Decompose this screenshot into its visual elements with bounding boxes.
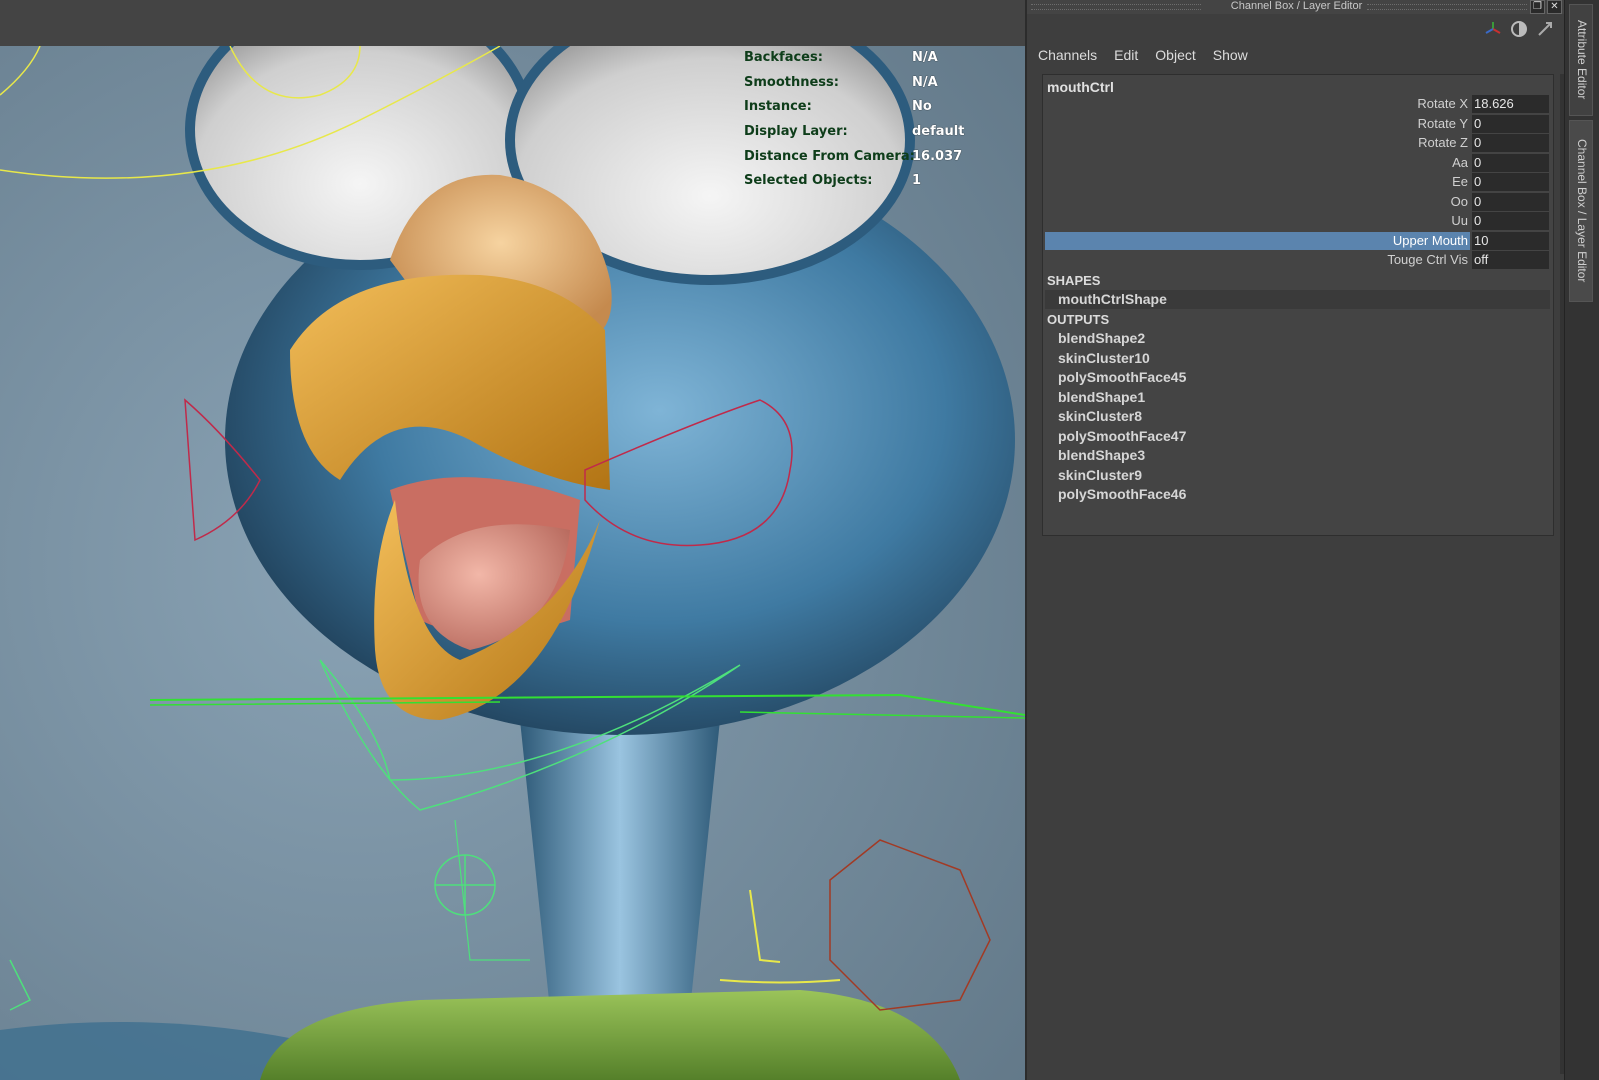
hud-row-display-layer: Display Layer: default	[744, 124, 965, 140]
viewport-3d[interactable]: Backfaces: N/A Smoothness: N/A Instance: No…	[0, 0, 1025, 1080]
tab-attribute-editor[interactable]: Attribute Editor	[1569, 4, 1593, 116]
menu-show[interactable]: Show	[1208, 47, 1254, 63]
output-item[interactable]: blendShape3	[1058, 446, 1145, 465]
attr-row-oo[interactable]: Oo 0	[1045, 192, 1550, 211]
sync-icon[interactable]	[1536, 20, 1554, 38]
character-scene[interactable]	[0, 46, 1025, 1080]
hud-row-smoothness: Smoothness: N/A	[744, 74, 938, 90]
attr-row-rotate-x[interactable]: Rotate X 18.626	[1045, 95, 1550, 113]
output-item[interactable]: skinCluster8	[1058, 407, 1142, 426]
channel-list: mouthCtrl Rotate X 18.626 Rotate Y0 Rotat…	[1042, 74, 1554, 536]
tab-channel-box-layer-editor[interactable]: Channel Box / Layer Editor	[1569, 120, 1593, 302]
attr-row-aa[interactable]: Aa 0	[1045, 153, 1550, 172]
menu-object[interactable]: Object	[1150, 47, 1201, 63]
panel-title-bar[interactable]: Channel Box / Layer Editor ❐ ✕	[1027, 0, 1566, 14]
channel-box-tools	[1484, 20, 1554, 38]
panel-title: Channel Box / Layer Editor	[1230, 0, 1363, 12]
title-grip-left	[1031, 4, 1201, 10]
output-item[interactable]: polySmoothFace45	[1058, 368, 1186, 387]
channel-box-panel: Channel Box / Layer Editor ❐ ✕ Channels …	[1025, 0, 1568, 1080]
output-item[interactable]: polySmoothFace47	[1058, 427, 1186, 446]
attr-row-ee[interactable]: Ee 0	[1045, 173, 1550, 191]
shape-item-mouthctrlshape[interactable]: mouthCtrlShape	[1058, 290, 1167, 309]
heads-up-display: Backfaces: N/A Smoothness: N/A Instance: No…	[744, 46, 984, 194]
output-item[interactable]: skinCluster10	[1058, 349, 1150, 368]
menu-channels[interactable]: Channels	[1033, 47, 1103, 63]
manipulator-axes-icon[interactable]	[1484, 20, 1502, 38]
attr-row-rotate-y[interactable]: Rotate Y0	[1045, 114, 1550, 133]
close-icon[interactable]: ✕	[1547, 0, 1562, 14]
attr-row-touge-ctrl-vis[interactable]: Touge Ctrl Vis off	[1045, 251, 1550, 269]
hud-row-distance: Distance From Camera: 16.037	[744, 148, 963, 164]
output-item[interactable]: blendShape1	[1058, 388, 1145, 407]
hud-row-selected-objects: Selected Objects: 1	[744, 173, 922, 189]
output-item[interactable]: blendShape2	[1058, 329, 1145, 348]
hud-row-instance: Instance: No	[744, 99, 932, 115]
output-item[interactable]: skinCluster9	[1058, 466, 1142, 485]
menu-edit[interactable]: Edit	[1109, 47, 1144, 63]
node-name[interactable]: mouthCtrl	[1047, 79, 1114, 95]
speed-dial-icon[interactable]	[1510, 20, 1528, 38]
output-item[interactable]: polySmoothFace46	[1058, 485, 1186, 504]
shapes-header: SHAPES	[1047, 273, 1101, 288]
outputs-header: OUTPUTS	[1047, 312, 1110, 327]
channel-box-menu: Channels Edit Object Show	[1033, 47, 1260, 63]
title-grip-right	[1367, 4, 1527, 10]
side-tab-strip: Attribute Editor Channel Box / Layer Edi…	[1564, 0, 1599, 1080]
viewport-toolbar-area	[0, 0, 1025, 46]
attr-row-rotate-z[interactable]: Rotate Z0	[1045, 134, 1550, 152]
window-buttons: ❐ ✕	[1530, 0, 1562, 14]
hud-row-backfaces: Backfaces: N/A	[744, 50, 938, 65]
attr-row-uu[interactable]: Uu 0	[1045, 212, 1550, 230]
attr-row-upper-mouth[interactable]: Upper Mouth 10	[1045, 231, 1550, 250]
float-window-icon[interactable]: ❐	[1530, 0, 1545, 14]
